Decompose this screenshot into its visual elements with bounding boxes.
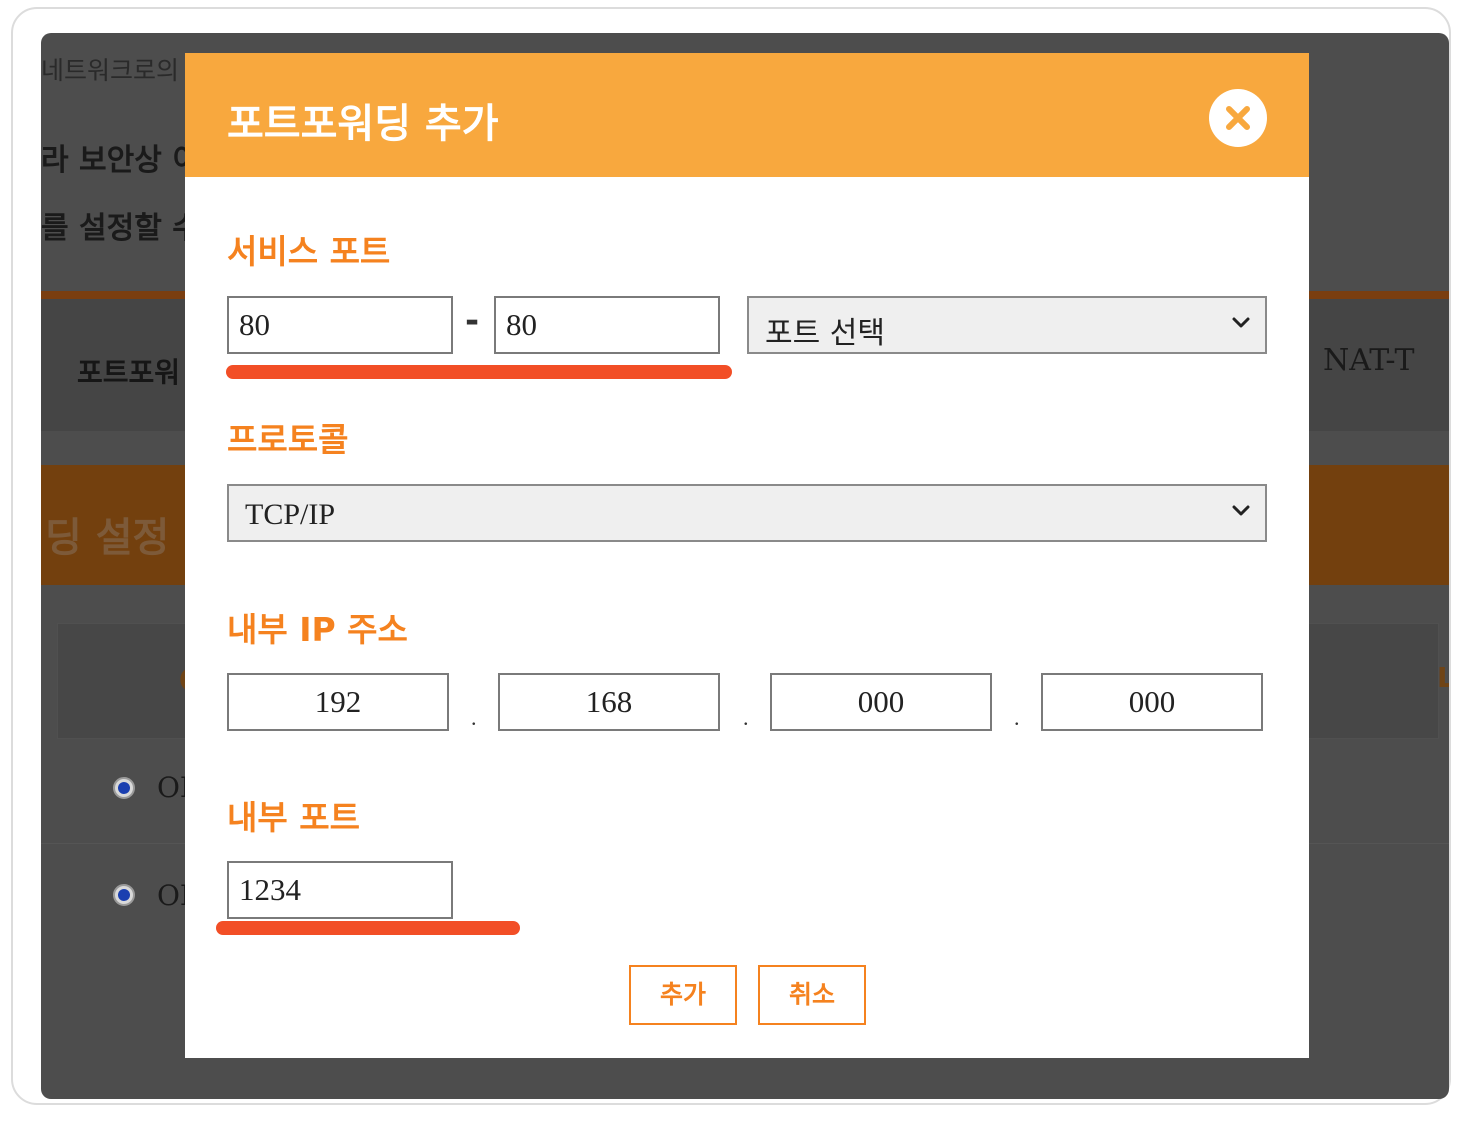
protocol-label: 프로토콜 [227,420,349,459]
service-port-highlight [226,365,732,379]
service-port-label: 서비스 포트 [227,232,391,271]
section-title: 딩 설정 [45,515,170,561]
service-port-start-input[interactable] [227,296,453,354]
tab-nat-t[interactable]: NAT-T [1323,343,1415,378]
row1-radio[interactable] [113,777,135,799]
chevron-down-icon [1232,505,1250,516]
internal-ip-octet-3[interactable] [770,673,992,731]
internal-ip-octet-2[interactable] [498,673,720,731]
internal-ip-octet-1[interactable] [227,673,449,731]
port-range-separator: - [465,301,480,341]
internal-ip-label: 내부 IP 주소 [227,610,408,649]
service-port-end-input[interactable] [494,296,720,354]
row2-radio[interactable] [113,884,135,906]
intro-text-line2: 라 보안상 이 [41,143,200,178]
tab-port-forwarding[interactable]: 포트포워 [77,351,180,391]
internal-ip-octet-4[interactable] [1041,673,1263,731]
chevron-down-icon [1232,317,1250,328]
ip-dot-1: . [471,705,477,730]
dialog-title: 포트포워딩 추가 [227,101,499,147]
protocol-select-value: TCP/IP [245,498,336,531]
internal-port-label: 내부 포트 [227,798,360,837]
close-icon [1226,106,1250,130]
add-button[interactable]: 추가 [629,965,737,1025]
dialog-header: 포트포워딩 추가 [185,53,1309,177]
internal-port-highlight [216,921,520,935]
ip-dot-2: . [743,705,749,730]
cancel-button[interactable]: 취소 [758,965,866,1025]
protocol-select[interactable]: TCP/IP [227,484,1267,542]
internal-port-input[interactable] [227,861,453,919]
port-select-value: 포트 선택 [765,316,885,351]
table-column-l: L [1437,661,1449,694]
close-button[interactable] [1209,89,1267,147]
port-forwarding-dialog: 포트포워딩 추가 서비스 포트 - 포트 선택 프로토콜 TCP/IP 내부 I… [185,53,1309,1058]
intro-text-line3: 를 설정할 수 [41,211,200,246]
ip-dot-3: . [1014,705,1020,730]
port-select[interactable]: 포트 선택 [747,296,1267,354]
